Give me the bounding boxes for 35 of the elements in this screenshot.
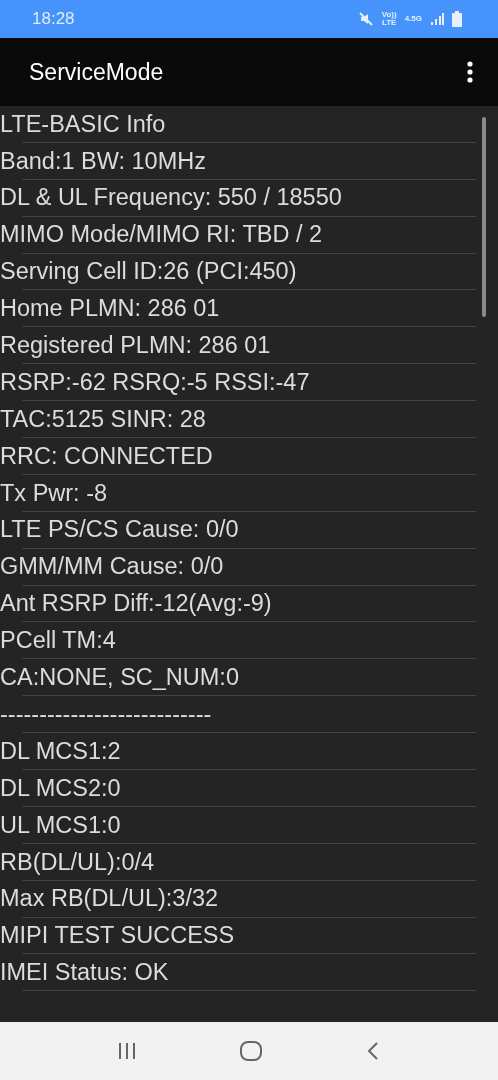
- info-line: Home PLMN: 286 01: [0, 297, 220, 321]
- info-line: MIPI TEST SUCCESS: [0, 924, 235, 948]
- info-line: CA:NONE, SC_NUM:0: [0, 666, 239, 690]
- info-line: RSRP:-62 RSRQ:-5 RSSI:-47: [0, 370, 310, 395]
- info-line: LTE PS/CS Cause: 0/0: [0, 518, 239, 542]
- info-line: IMEI Status: OK: [0, 961, 169, 985]
- info-line: LTE-BASIC Info: [0, 112, 166, 137]
- info-line: PCell TM:4: [0, 629, 116, 653]
- app-title: ServiceMode: [29, 57, 164, 87]
- info-line: Band:1 BW: 10MHz: [0, 149, 206, 174]
- home-icon[interactable]: [240, 1041, 262, 1061]
- info-line: UL MCS1:0: [0, 813, 121, 838]
- battery-icon: [452, 11, 462, 27]
- info-line: Ant RSRP Diff:-12(Avg:-9): [0, 592, 272, 616]
- info-line: Tx Pwr: -8: [0, 481, 108, 506]
- mute-icon: [357, 11, 374, 27]
- network-type-label: 4.5G: [404, 15, 422, 23]
- signal-icon: [430, 12, 444, 26]
- recent-apps-icon[interactable]: [118, 1043, 136, 1059]
- info-line: RB(DL/UL):0/4: [0, 850, 155, 874]
- more-options-icon[interactable]: [466, 61, 474, 83]
- info-line: MIMO Mode/MIMO RI: TBD / 2: [0, 223, 323, 247]
- info-line: RRC: CONNECTED: [0, 444, 213, 469]
- info-line: GMM/MM Cause: 0/0: [0, 555, 224, 579]
- volte-icon: Vo)) LTE: [381, 11, 397, 27]
- status-time: 18:28: [32, 8, 75, 31]
- info-line: TAC:5125 SINR: 28: [0, 407, 206, 432]
- info-line: DL & UL Frequency: 550 / 18550: [0, 186, 342, 210]
- info-line: DL MCS1:2: [0, 739, 121, 764]
- info-line: DL MCS2:0: [0, 776, 121, 801]
- info-line: Serving Cell ID:26 (PCI:450): [0, 260, 297, 284]
- info-line: ---------------------------: [0, 702, 212, 727]
- info-line: Registered PLMN: 286 01: [0, 334, 271, 358]
- back-icon[interactable]: [366, 1041, 380, 1061]
- info-line: Max RB(DL/UL):3/32: [0, 887, 219, 911]
